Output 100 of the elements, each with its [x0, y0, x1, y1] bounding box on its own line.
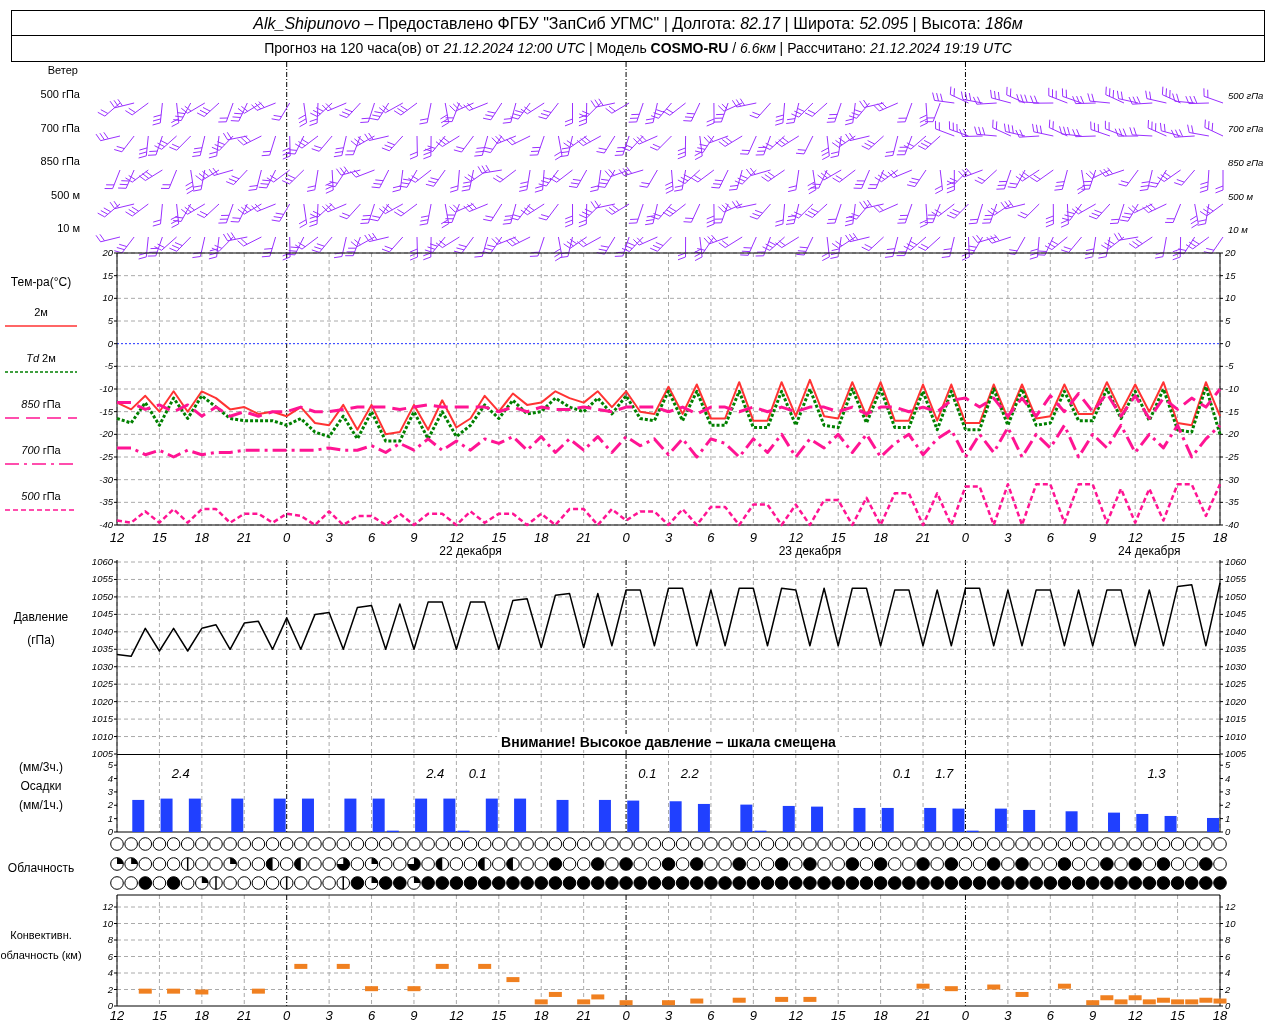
legend-label: 700 гПа [20, 443, 62, 458]
tick-label: 20 [102, 247, 113, 258]
tick-label: 1015 [1225, 713, 1247, 725]
tick-label: 12 [449, 530, 464, 545]
precipitation-total-label: 0.1 [892, 766, 911, 781]
tick-label: 1020 [1225, 695, 1247, 707]
precipitation-total-label: 2.4 [171, 766, 190, 781]
tick-label: 3 [1004, 530, 1012, 545]
tick-label: 6 [1046, 1008, 1054, 1023]
tick-label: 0 [961, 530, 970, 545]
tick-label: 12 [1225, 901, 1236, 912]
tick-label: 3 [1004, 1008, 1012, 1023]
tick-label: 12 [102, 901, 113, 912]
tick-label: 1035 [91, 643, 113, 655]
tick-label: 15 [1225, 269, 1236, 281]
tick-label: 1045 [1225, 608, 1247, 620]
legend-label: 2м [33, 305, 49, 320]
tick-label: 12 [788, 530, 803, 545]
tick-label: 6 [1225, 950, 1231, 962]
tick-label: 1010 [1225, 730, 1247, 742]
tick-label: 15 [152, 530, 167, 545]
tick-label: 0 [107, 337, 113, 349]
tick-label: 15 [491, 1008, 507, 1023]
tick-label: 4 [1225, 772, 1231, 784]
tick-label: 9 [749, 530, 757, 545]
tick-label: 21 [576, 1008, 591, 1023]
tick-label: -20 [99, 428, 113, 440]
tick-label: 15 [1170, 530, 1185, 545]
tick-label: 1045 [91, 608, 113, 620]
tick-label: 1060 [1225, 556, 1247, 567]
tick-label: -5 [1225, 360, 1234, 372]
panel-title: Ветер [46, 63, 79, 78]
tick-label: 6 [107, 950, 113, 962]
tick-label: 10 [1225, 292, 1236, 304]
precipitation-total-label: 2.2 [680, 766, 699, 781]
tick-label: 1010 [91, 730, 113, 742]
tick-label: 12 [1127, 1008, 1143, 1023]
tick-label: 4 [107, 967, 113, 978]
tick-label: 21 [237, 1008, 252, 1023]
tick-label: 5 [1225, 759, 1231, 771]
axis-title: Осадки [19, 778, 63, 795]
tick-label: 1015 [91, 713, 113, 725]
tick-label: -15 [99, 405, 113, 417]
panel-title: Облачность [6, 860, 76, 877]
tick-label: 0 [1225, 1000, 1231, 1011]
tick-label: -30 [1225, 473, 1239, 485]
level-label: 10 м [56, 221, 81, 236]
tick-label: 6 [367, 530, 376, 545]
axis-title: Конвективн. облачность (км) [0, 928, 82, 963]
level-label: 500 гПа [39, 87, 81, 102]
tick-label: 15 [152, 1008, 167, 1023]
tick-label: 15 [1170, 1008, 1185, 1023]
tick-label: 6 [367, 1008, 376, 1023]
axis-title: Тем-ра(°C) [9, 274, 73, 291]
tick-label: 4 [107, 772, 113, 784]
tick-label: -25 [1225, 451, 1239, 462]
tick-label: -35 [1225, 496, 1239, 508]
tick-label: 0 [107, 826, 113, 837]
tick-label: 3 [664, 1008, 673, 1023]
tick-label: 1050 [1225, 590, 1247, 602]
unit-label: (мм/1ч.) [17, 797, 65, 814]
tick-label: 1005 [91, 748, 113, 759]
tick-label: 12 [109, 1008, 125, 1023]
tick-label: -10 [99, 383, 113, 394]
tick-label: 0 [622, 530, 630, 545]
tick-label: 3 [664, 530, 673, 545]
precipitation-total-label: 2.4 [426, 766, 445, 781]
tick-label: 21 [915, 1008, 931, 1023]
tick-label: 21 [915, 530, 931, 545]
tick-label: 1055 [91, 573, 113, 585]
tick-label: 0 [283, 530, 291, 545]
tick-label: 6 [1046, 530, 1054, 545]
tick-label: 1020 [91, 695, 113, 707]
tick-label: 6 [707, 530, 715, 545]
tick-label: 2 [107, 799, 113, 811]
tick-label: 18 [194, 1008, 210, 1023]
tick-label: 0 [961, 1008, 970, 1023]
tick-label: 15 [102, 269, 113, 281]
tick-label: 12 [109, 530, 125, 545]
level-label: 850 гПа [39, 154, 81, 169]
tick-label: 10 [1225, 917, 1236, 929]
tick-label: 18 [534, 1008, 549, 1023]
tick-label: 5 [107, 315, 113, 326]
tick-label: 9 [410, 530, 418, 545]
tick-label: 1005 [1225, 748, 1247, 759]
tick-label: 21 [237, 530, 252, 545]
tick-label: -40 [99, 519, 113, 530]
tick-label: 10 [102, 917, 113, 929]
tick-label: 15 [830, 530, 846, 545]
tick-label: -30 [99, 473, 113, 485]
date-label: 22 декабря [439, 544, 502, 558]
tick-label: 21 [576, 530, 591, 545]
tick-label: 0 [622, 1008, 630, 1023]
tick-label: 15 [830, 1008, 846, 1023]
tick-label: 18 [534, 530, 549, 545]
tick-label: 18 [873, 530, 888, 545]
tick-label: 20 [1225, 247, 1236, 258]
tick-label: 9 [410, 1008, 418, 1023]
tick-label: 5 [1225, 315, 1231, 326]
tick-label: -25 [99, 451, 113, 462]
